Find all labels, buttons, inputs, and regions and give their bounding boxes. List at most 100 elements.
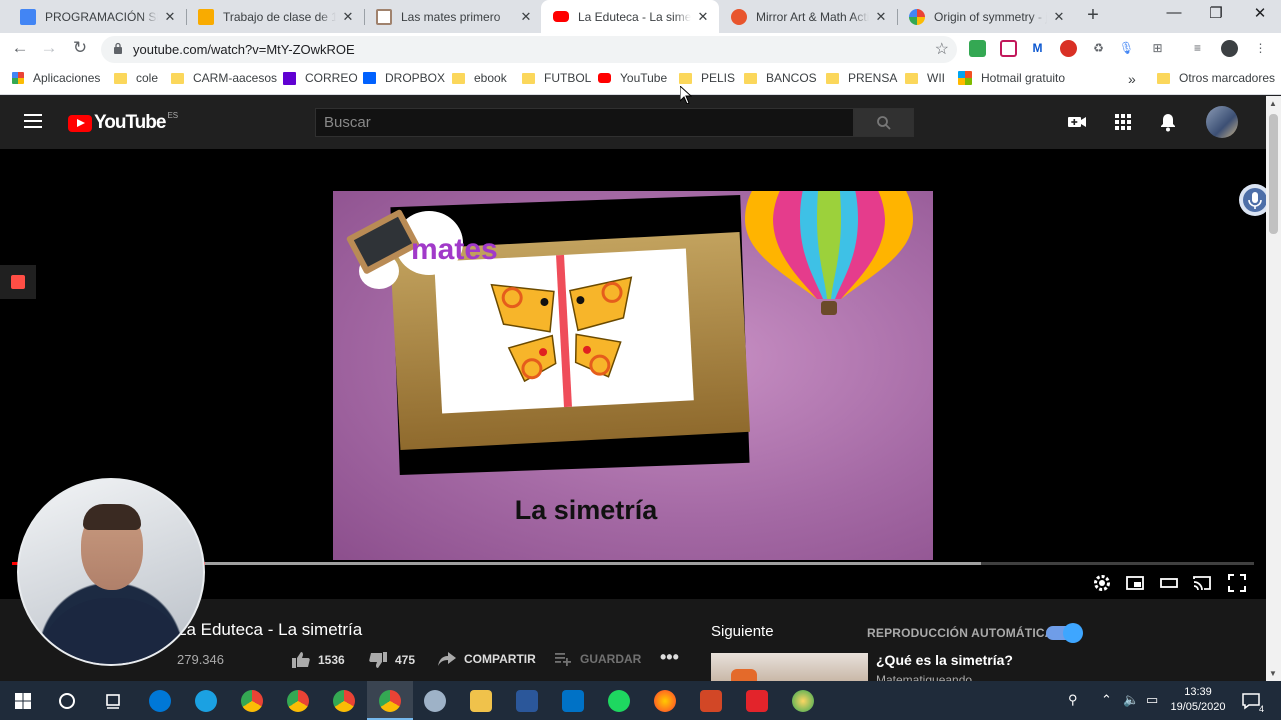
- extension-grid-icon[interactable]: ⊞: [1149, 40, 1166, 57]
- powerpoint-icon[interactable]: [700, 690, 722, 712]
- fullscreen-icon[interactable]: [1228, 574, 1246, 592]
- word-icon[interactable]: [516, 690, 538, 712]
- media-control-icon[interactable]: ≡: [1189, 40, 1206, 57]
- extension-movistar-icon[interactable]: M: [1029, 40, 1046, 57]
- autoplay-toggle[interactable]: [1046, 623, 1083, 643]
- tab-4[interactable]: Mirror Art & Math Activity ✕: [719, 0, 897, 33]
- close-icon[interactable]: ✕: [873, 9, 889, 25]
- apps-grid-icon[interactable]: [1113, 112, 1133, 132]
- dislike-button[interactable]: 475: [369, 652, 415, 668]
- folder-icon: [114, 72, 127, 84]
- close-icon[interactable]: ✕: [1051, 9, 1067, 25]
- action-center-icon[interactable]: 4: [1240, 690, 1264, 714]
- profile-icon[interactable]: [1221, 40, 1238, 57]
- task-view-icon[interactable]: [102, 690, 124, 712]
- bookmarks-overflow-button[interactable]: »: [1128, 71, 1136, 87]
- save-button[interactable]: GUARDAR: [555, 652, 641, 666]
- address-bar[interactable]: youtube.com/watch?v=MtY-ZOwkROE ☆: [101, 36, 957, 63]
- next-video-thumbnail[interactable]: [711, 653, 868, 683]
- create-video-icon[interactable]: [1067, 112, 1087, 132]
- forward-button[interactable]: →: [38, 38, 60, 58]
- back-button[interactable]: ←: [9, 38, 31, 58]
- scroll-up-icon[interactable]: ▲: [1269, 99, 1277, 108]
- bookmark-bancos[interactable]: BANCOS: [744, 71, 817, 85]
- account-avatar[interactable]: [1206, 106, 1238, 138]
- new-tab-button[interactable]: +: [1083, 4, 1103, 27]
- other-bookmarks[interactable]: Otros marcadores: [1157, 71, 1275, 85]
- scroll-down-icon[interactable]: ▼: [1269, 669, 1277, 678]
- close-icon[interactable]: ✕: [695, 9, 711, 25]
- next-video-title[interactable]: ¿Qué es la simetría?: [876, 652, 1013, 668]
- tab-1[interactable]: Trabajo de clase de 1º ✕: [186, 0, 364, 33]
- share-arrow-icon: [438, 652, 456, 666]
- tab-5[interactable]: Origin of symmetry - jugs ✕: [897, 0, 1075, 33]
- bookmark-hotmail[interactable]: Hotmail gratuito: [958, 71, 1065, 85]
- bookmark-dropbox[interactable]: DROPBOX: [363, 71, 445, 85]
- edge-icon[interactable]: [149, 690, 171, 712]
- chrome-icon[interactable]: [379, 690, 401, 712]
- bookmark-futbol[interactable]: FUTBOL: [522, 71, 591, 85]
- file-explorer-icon[interactable]: [470, 690, 492, 712]
- bookmark-wii[interactable]: WII: [905, 71, 945, 85]
- chrome-icon[interactable]: [241, 690, 263, 712]
- reload-button[interactable]: ↻: [69, 38, 91, 58]
- cast-icon[interactable]: [1193, 574, 1211, 592]
- youtube-icon: [553, 11, 569, 22]
- spotify-icon[interactable]: [608, 690, 630, 712]
- chrome-icon[interactable]: [333, 690, 355, 712]
- like-button[interactable]: 1536: [292, 652, 345, 668]
- extension-shield-icon[interactable]: [969, 40, 986, 57]
- close-window-button[interactable]: ✕: [1250, 4, 1270, 22]
- extension-recycle-icon[interactable]: ♻: [1090, 40, 1107, 57]
- youtube-logo[interactable]: YouTube ES: [68, 111, 178, 134]
- tray-chevron-icon[interactable]: ⌃: [1101, 692, 1112, 708]
- notifications-bell-icon[interactable]: [1158, 112, 1178, 132]
- search-input[interactable]: Buscar: [315, 108, 854, 137]
- extension-mic-icon[interactable]: 🎙: [1118, 40, 1135, 57]
- bookmark-pelis[interactable]: PELIS: [679, 71, 735, 85]
- cortana-search-icon[interactable]: [56, 690, 78, 712]
- search-button[interactable]: [854, 108, 914, 137]
- close-icon[interactable]: ✕: [340, 9, 356, 25]
- bookmark-carm[interactable]: CARM-aacesos: [171, 71, 277, 85]
- close-icon[interactable]: ✕: [162, 9, 178, 25]
- tab-3-active[interactable]: La Eduteca - La simetría ✕: [541, 0, 719, 33]
- system-clock[interactable]: 13:39 19/05/2020: [1168, 685, 1228, 715]
- settings-gear-icon[interactable]: [1093, 574, 1111, 592]
- bookmark-star-icon[interactable]: ☆: [935, 39, 949, 59]
- bookmark-correo[interactable]: CORREO: [283, 71, 358, 85]
- bookmark-ebook[interactable]: ebook: [452, 71, 507, 85]
- share-button[interactable]: COMPARTIR: [438, 652, 536, 666]
- app-rocket-icon[interactable]: [424, 690, 446, 712]
- miniplayer-icon[interactable]: [1126, 574, 1144, 592]
- chrome-canary-icon[interactable]: [792, 690, 814, 712]
- page-scrollbar[interactable]: ▲ ▼: [1266, 96, 1281, 681]
- mail-icon[interactable]: [562, 690, 584, 712]
- menu-kebab-icon[interactable]: ⋮: [1252, 40, 1269, 57]
- people-icon[interactable]: ⚲: [1068, 692, 1078, 708]
- side-record-button[interactable]: [0, 265, 36, 299]
- bookmark-cole[interactable]: cole: [114, 71, 158, 85]
- firefox-icon[interactable]: [654, 690, 676, 712]
- extension-record-icon[interactable]: [1060, 40, 1077, 57]
- battery-icon[interactable]: ▭: [1146, 692, 1158, 708]
- theater-mode-icon[interactable]: [1160, 574, 1178, 592]
- extension-pocket-icon[interactable]: [1000, 40, 1017, 57]
- bookmark-apps[interactable]: Aplicaciones: [12, 71, 100, 85]
- apps-grid-icon: [12, 72, 24, 84]
- close-icon[interactable]: ✕: [518, 9, 534, 25]
- minimize-button[interactable]: —: [1164, 4, 1184, 21]
- volume-icon[interactable]: 🔈: [1123, 692, 1139, 708]
- tab-0[interactable]: PROGRAMACIÓN SEMANA ✕: [8, 0, 186, 33]
- windows-start-icon[interactable]: [12, 690, 34, 712]
- more-actions-icon[interactable]: •••: [660, 647, 679, 668]
- bookmark-prensa[interactable]: PRENSA: [826, 71, 897, 85]
- scrollbar-thumb[interactable]: [1269, 114, 1278, 234]
- tab-2[interactable]: Las mates primero ✕: [364, 0, 542, 33]
- acrobat-icon[interactable]: [746, 690, 768, 712]
- chrome-icon[interactable]: [287, 690, 309, 712]
- hamburger-menu-icon[interactable]: [24, 114, 42, 128]
- restore-button[interactable]: ❐: [1206, 4, 1226, 22]
- internet-explorer-icon[interactable]: [195, 690, 217, 712]
- bookmark-youtube[interactable]: YouTube: [598, 71, 667, 85]
